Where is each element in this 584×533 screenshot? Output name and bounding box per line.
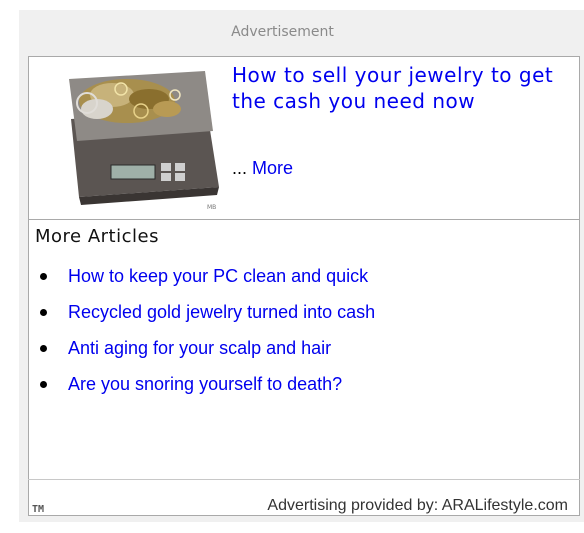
- featured-article: MB How to sell your jewelry to get the c…: [28, 56, 580, 220]
- jewelry-scale-image[interactable]: MB: [57, 59, 227, 209]
- article-list: How to keep your PC clean and quick Recy…: [30, 258, 375, 402]
- footer-divider: [28, 479, 580, 480]
- advertisement-label: Advertisement: [231, 24, 334, 40]
- article-link-4[interactable]: Are you snoring yourself to death?: [30, 366, 375, 402]
- trademark-mark: TM: [32, 504, 45, 515]
- article-title: Anti aging for your scalp and hair: [68, 338, 332, 358]
- image-caption: MB: [207, 204, 216, 209]
- article-link-3[interactable]: Anti aging for your scalp and hair: [30, 330, 375, 366]
- more-link[interactable]: More: [252, 158, 293, 178]
- featured-headline-link[interactable]: How to sell your jewelry to get the cash…: [232, 62, 562, 114]
- more-prefix: ...: [232, 158, 253, 178]
- more-line: ... More: [232, 158, 293, 179]
- article-title: Recycled gold jewelry turned into cash: [68, 302, 376, 322]
- article-title: Are you snoring yourself to death?: [68, 374, 343, 394]
- advertising-provided-by[interactable]: Advertising provided by: ARALifestyle.co…: [267, 497, 568, 515]
- article-title: How to keep your PC clean and quick: [68, 266, 369, 286]
- article-link-1[interactable]: How to keep your PC clean and quick: [30, 258, 375, 294]
- bullet-icon: [40, 273, 47, 280]
- bullet-icon: [40, 381, 47, 388]
- more-articles-heading: More Articles: [35, 226, 159, 247]
- bullet-icon: [40, 345, 47, 352]
- bullet-icon: [40, 309, 47, 316]
- article-link-2[interactable]: Recycled gold jewelry turned into cash: [30, 294, 375, 330]
